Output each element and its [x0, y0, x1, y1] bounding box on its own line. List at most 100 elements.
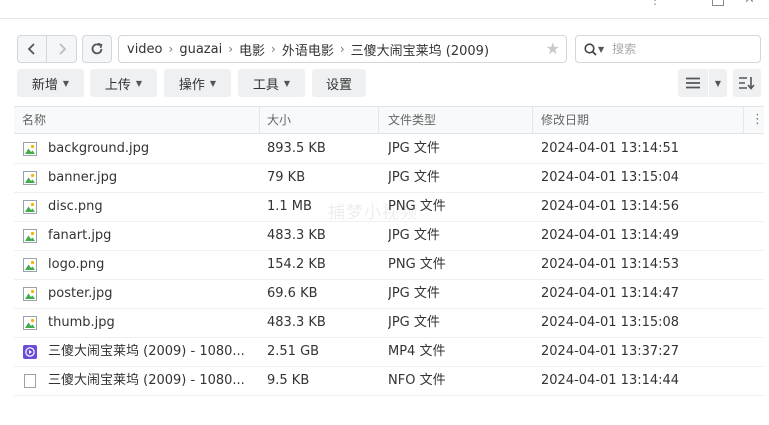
- file-name[interactable]: logo.png: [48, 251, 248, 279]
- file-modified-date: 2024-04-01 13:14:47: [541, 286, 680, 301]
- file-row[interactable]: banner.jpg 79 KB JPG 文件 2024-04-01 13:15:04: [14, 164, 764, 193]
- file-row[interactable]: 三傻大闹宝莱坞 (2009) - 1080... 2.51 GB MP4 文件 202…: [14, 338, 764, 367]
- file-name[interactable]: 三傻大闹宝莱坞 (2009) - 1080...: [48, 338, 248, 366]
- breadcrumb-separator-icon: ›: [271, 42, 276, 56]
- breadcrumb-item-movies[interactable]: 电影: [239, 40, 265, 59]
- file-size: 1.1 MB: [267, 199, 312, 214]
- image-file-icon: [23, 142, 37, 156]
- chevron-left-icon: [27, 43, 35, 55]
- chevron-down-icon: ▼: [135, 78, 143, 88]
- file-modified-date: 2024-04-01 13:14:53: [541, 257, 680, 272]
- more-options-icon[interactable]: ⋮: [649, 0, 661, 7]
- column-options-icon[interactable]: ⋮: [751, 107, 764, 133]
- column-divider: [743, 107, 744, 133]
- image-file-icon: [23, 171, 37, 185]
- maximize-icon[interactable]: [712, 0, 724, 6]
- file-name[interactable]: banner.jpg: [48, 164, 248, 192]
- breadcrumb-separator-icon: ›: [168, 42, 174, 56]
- file-modified-date: 2024-04-01 13:14:51: [541, 141, 680, 156]
- file-type: JPG 文件: [388, 141, 440, 156]
- file-size: 483.3 KB: [267, 315, 326, 330]
- action-button-label: 操作: [178, 77, 205, 93]
- file-size: 154.2 KB: [267, 257, 326, 272]
- sort-icon: [739, 77, 755, 90]
- file-modified-date: 2024-04-01 13:14:44: [541, 373, 680, 388]
- breadcrumb-item-guazai[interactable]: guazai: [179, 42, 222, 57]
- image-file-icon: [23, 229, 37, 243]
- window-titlebar: ⋮ ✕: [0, 0, 769, 19]
- video-file-icon: [23, 345, 37, 359]
- image-file-icon: [23, 287, 37, 301]
- chevron-down-icon: ▼: [209, 78, 217, 88]
- column-header-size[interactable]: 大小: [267, 107, 291, 133]
- file-type: JPG 文件: [388, 170, 440, 185]
- file-modified-date: 2024-04-01 13:15:04: [541, 170, 680, 185]
- file-name[interactable]: fanart.jpg: [48, 222, 248, 250]
- column-divider[interactable]: [532, 107, 533, 133]
- breadcrumb-item-foreign-movies[interactable]: 外语电影: [282, 40, 334, 59]
- file-name[interactable]: disc.png: [48, 193, 248, 221]
- view-mode-button[interactable]: [678, 69, 708, 97]
- file-type: JPG 文件: [388, 286, 440, 301]
- file-row[interactable]: poster.jpg 69.6 KB JPG 文件 2024-04-01 13:14:…: [14, 280, 764, 309]
- file-row[interactable]: logo.png 154.2 KB PNG 文件 2024-04-01 13:14:5…: [14, 251, 764, 280]
- file-row[interactable]: background.jpg 893.5 KB JPG 文件 2024-04-01 1…: [14, 135, 764, 164]
- search-input[interactable]: [610, 41, 745, 57]
- path-breadcrumb[interactable]: video › guazai › 电影 › 外语电影 › 三傻大闹宝莱坞 (20…: [118, 35, 567, 63]
- chevron-down-icon: ▼: [62, 78, 70, 88]
- file-size: 2.51 GB: [267, 344, 320, 359]
- back-button[interactable]: [17, 35, 47, 63]
- image-file-icon: [23, 200, 37, 214]
- blank-file-icon: [23, 374, 37, 388]
- search-box[interactable]: ▼: [575, 35, 761, 63]
- file-size: 893.5 KB: [267, 141, 326, 156]
- file-size: 9.5 KB: [267, 373, 310, 388]
- column-divider[interactable]: [378, 107, 379, 133]
- forward-button[interactable]: [47, 35, 77, 63]
- breadcrumb-separator-icon: ›: [228, 42, 233, 56]
- file-modified-date: 2024-04-01 13:14:49: [541, 228, 680, 243]
- file-size: 483.3 KB: [267, 228, 326, 243]
- settings-button[interactable]: 设置: [312, 69, 366, 97]
- breadcrumb-item-video[interactable]: video: [127, 42, 163, 57]
- file-type: MP4 文件: [388, 344, 446, 359]
- new-button-label: 新增: [31, 77, 58, 93]
- close-icon[interactable]: ✕: [744, 0, 755, 7]
- file-name[interactable]: poster.jpg: [48, 280, 248, 308]
- sort-button[interactable]: [733, 69, 761, 97]
- refresh-icon: [91, 42, 103, 55]
- column-header-modified[interactable]: 修改日期: [541, 107, 589, 133]
- file-size: 69.6 KB: [267, 286, 318, 301]
- column-divider[interactable]: [259, 107, 260, 133]
- file-row[interactable]: 三傻大闹宝莱坞 (2009) - 1080... 9.5 KB NFO 文件 2024…: [14, 367, 764, 396]
- file-name[interactable]: background.jpg: [48, 135, 248, 163]
- new-button[interactable]: 新增 ▼: [17, 69, 84, 97]
- view-mode-dropdown[interactable]: ▼: [709, 69, 727, 97]
- breadcrumb-separator-icon: ›: [339, 42, 345, 56]
- file-row[interactable]: fanart.jpg 483.3 KB JPG 文件 2024-04-01 13:14…: [14, 222, 764, 251]
- chevron-down-icon: ▼: [714, 78, 722, 88]
- settings-button-label: 设置: [325, 77, 352, 93]
- favorite-star-icon[interactable]: ★: [546, 40, 560, 58]
- file-name[interactable]: thumb.jpg: [48, 309, 248, 337]
- file-row[interactable]: thumb.jpg 483.3 KB JPG 文件 2024-04-01 13:15:…: [14, 309, 764, 338]
- refresh-button[interactable]: [82, 35, 112, 63]
- tools-button[interactable]: 工具 ▼: [238, 69, 305, 97]
- upload-button[interactable]: 上传 ▼: [90, 69, 157, 97]
- watermark: 捕梦小视频: [328, 203, 418, 223]
- file-modified-date: 2024-04-01 13:14:56: [541, 199, 680, 214]
- image-file-icon: [23, 258, 37, 272]
- upload-button-label: 上传: [104, 77, 131, 93]
- file-name[interactable]: 三傻大闹宝莱坞 (2009) - 1080...: [48, 367, 248, 395]
- search-options-chevron-icon[interactable]: ▼: [598, 45, 604, 54]
- file-type: JPG 文件: [388, 315, 440, 330]
- action-button[interactable]: 操作 ▼: [164, 69, 231, 97]
- column-header-name[interactable]: 名称: [22, 107, 46, 133]
- search-icon[interactable]: [584, 42, 597, 56]
- file-type: NFO 文件: [388, 373, 446, 388]
- file-type: JPG 文件: [388, 228, 440, 243]
- breadcrumb-item-current-folder[interactable]: 三傻大闹宝莱坞 (2009): [351, 40, 489, 59]
- file-list-header: 名称 大小 文件类型 修改日期 ⋮: [14, 106, 764, 134]
- chevron-down-icon: ▼: [283, 78, 291, 88]
- column-header-type[interactable]: 文件类型: [388, 107, 436, 133]
